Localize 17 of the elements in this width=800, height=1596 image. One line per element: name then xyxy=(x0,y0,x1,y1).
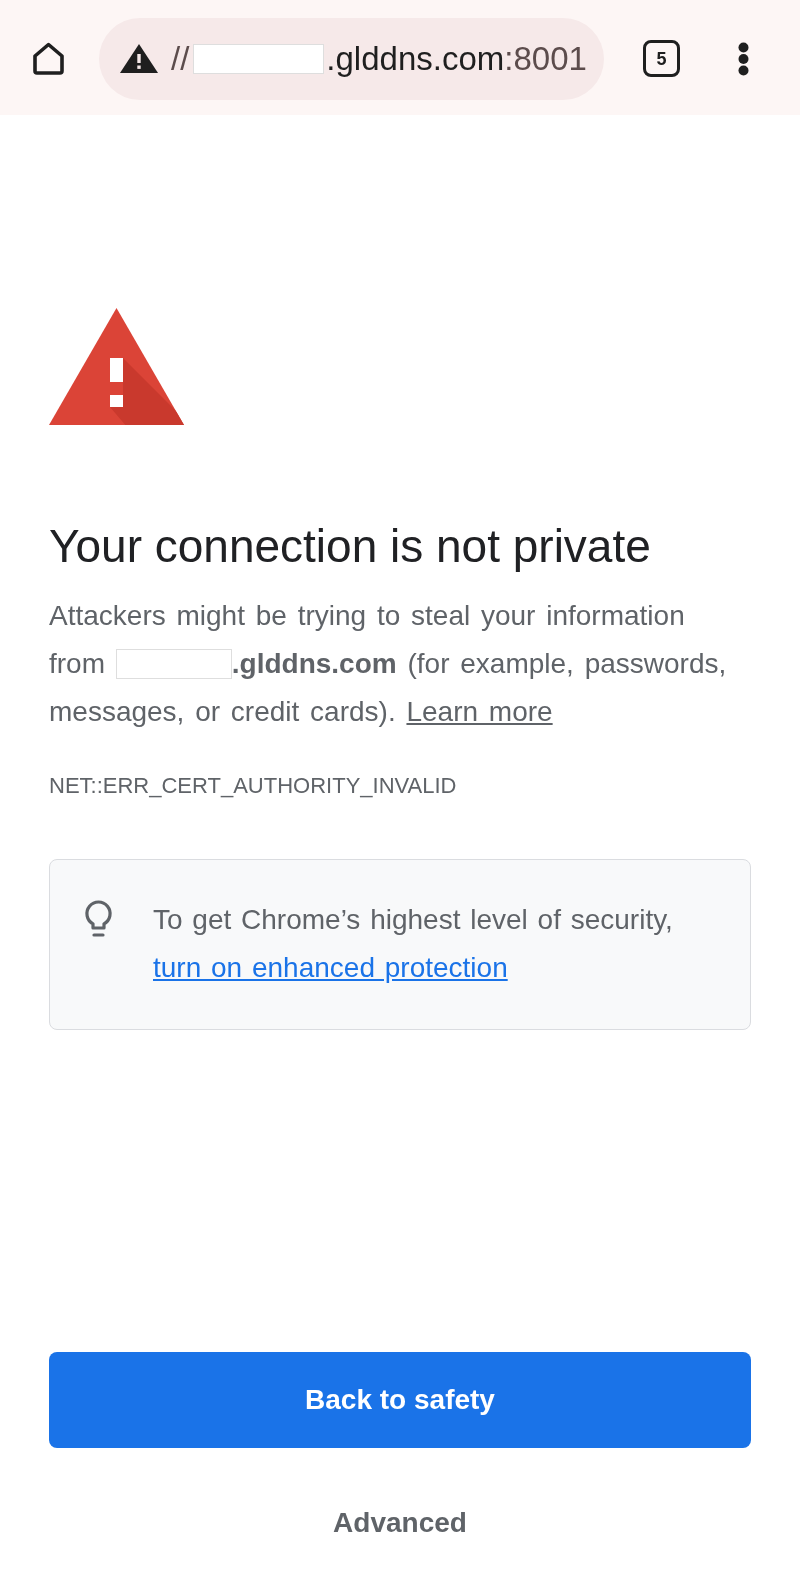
back-to-safety-button[interactable]: Back to safety xyxy=(49,1352,751,1448)
warning-icon[interactable] xyxy=(120,44,158,73)
warning-icon xyxy=(49,308,184,425)
tab-switcher-button[interactable]: 5 xyxy=(643,40,680,77)
home-icon[interactable] xyxy=(30,40,67,77)
url-text: .glddns.com:8001 xyxy=(326,38,587,79)
error-code: NET::ERR_CERT_AUTHORITY_INVALID xyxy=(49,772,457,800)
address-field[interactable]: // .glddns.com:8001 xyxy=(99,17,604,100)
description-text: Attackers might be trying to steal your information from .glddns.com (for example, passwords, messages, or credit cards). Learn more xyxy=(49,599,728,729)
enhanced-protection-link[interactable]: turn on enhanced protection xyxy=(153,952,508,983)
page-heading: Your connection is not private xyxy=(49,519,651,573)
lightbulb-icon xyxy=(84,900,113,938)
menu-icon[interactable] xyxy=(738,41,749,76)
advanced-button[interactable]: Advanced xyxy=(321,1499,479,1547)
url-text: // xyxy=(171,38,190,79)
tip-text: To get Chrome’s highest level of security, turn on enhanced protection xyxy=(153,903,674,985)
learn-more-link[interactable]: Learn more xyxy=(406,696,553,727)
